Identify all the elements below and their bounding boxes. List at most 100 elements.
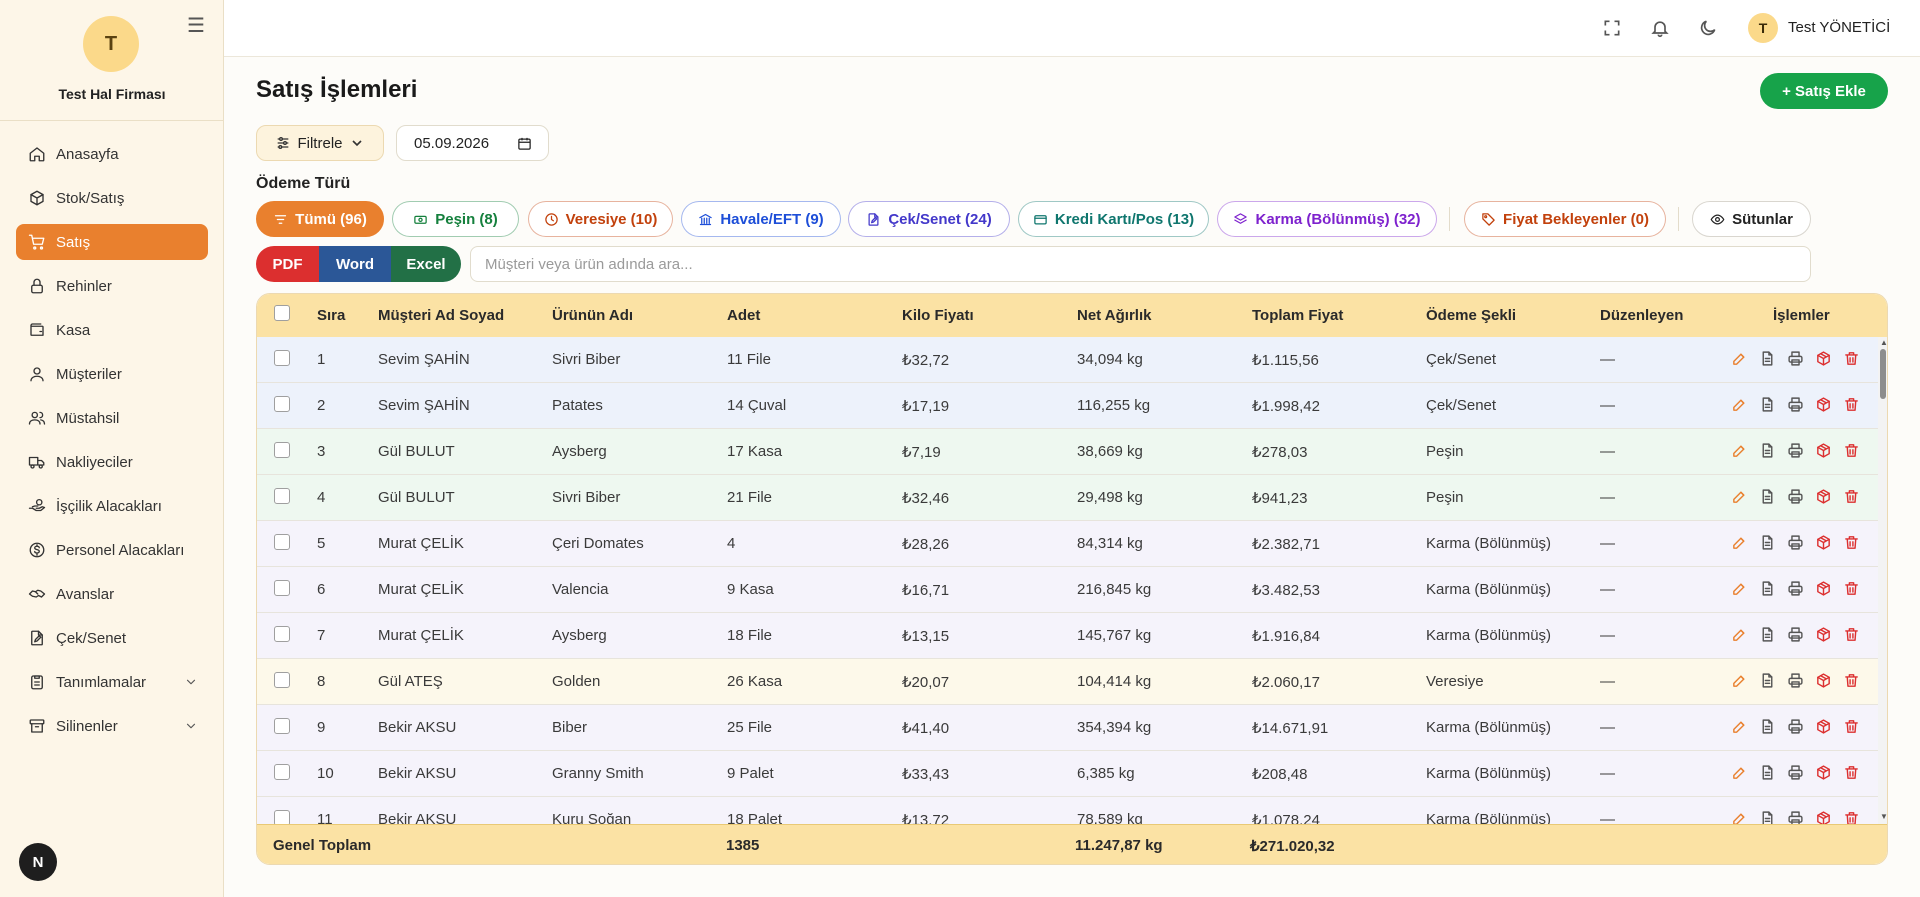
- moon-icon[interactable]: [1698, 18, 1718, 38]
- sidebar-item-rehinler[interactable]: Rehinler: [16, 268, 208, 304]
- document-icon[interactable]: [1759, 672, 1776, 689]
- trash-icon[interactable]: [1843, 718, 1860, 735]
- edit-icon[interactable]: [1731, 350, 1748, 367]
- trash-icon[interactable]: [1843, 442, 1860, 459]
- table-row[interactable]: 5 Murat ÇELİK Çeri Domates 4 ₺28,26 84,314 kg…: [257, 521, 1878, 567]
- package-icon[interactable]: [1815, 534, 1832, 551]
- filter-button[interactable]: Filtrele: [256, 125, 384, 161]
- row-checkbox[interactable]: [274, 672, 290, 688]
- printer-icon[interactable]: [1787, 626, 1804, 643]
- select-all-checkbox[interactable]: [274, 305, 290, 321]
- trash-icon[interactable]: [1843, 350, 1860, 367]
- table-scrollbar[interactable]: ▲ ▼: [1878, 337, 1887, 824]
- package-icon[interactable]: [1815, 350, 1832, 367]
- table-row[interactable]: 8 Gül ATEŞ Golden 26 Kasa ₺20,07 104,414 kg ₺2…: [257, 659, 1878, 705]
- package-icon[interactable]: [1815, 580, 1832, 597]
- hamburger-menu-icon[interactable]: ☰: [186, 16, 206, 36]
- document-icon[interactable]: [1759, 442, 1776, 459]
- scroll-thumb[interactable]: [1880, 349, 1886, 399]
- package-icon[interactable]: [1815, 488, 1832, 505]
- table-row[interactable]: 2 Sevim ŞAHİN Patates 14 Çuval ₺17,19 116,255…: [257, 383, 1878, 429]
- sidebar-item-satış[interactable]: Satış: [16, 224, 208, 260]
- row-checkbox[interactable]: [274, 534, 290, 550]
- table-row[interactable]: 3 Gül BULUT Aysberg 17 Kasa ₺7,19 38,669 kg ₺2…: [257, 429, 1878, 475]
- payment-chip-5[interactable]: Kredi Kartı/Pos (13): [1018, 201, 1209, 237]
- payment-chip-2[interactable]: Veresiye (10): [528, 201, 673, 237]
- table-row[interactable]: 4 Gül BULUT Sivri Biber 21 File ₺32,46 29,498…: [257, 475, 1878, 521]
- edit-icon[interactable]: [1731, 488, 1748, 505]
- calendar-icon[interactable]: [517, 136, 532, 151]
- edit-icon[interactable]: [1731, 580, 1748, 597]
- printer-icon[interactable]: [1787, 350, 1804, 367]
- package-icon[interactable]: [1815, 672, 1832, 689]
- column-header[interactable]: Kilo Fiyatı: [902, 307, 974, 324]
- row-checkbox[interactable]: [274, 488, 290, 504]
- date-input[interactable]: 05.09.2026: [396, 125, 549, 161]
- export-word-button[interactable]: Word: [319, 246, 391, 282]
- package-icon[interactable]: [1815, 442, 1832, 459]
- sidebar-item-personel-alacakları[interactable]: Personel Alacakları: [16, 532, 208, 568]
- column-header[interactable]: Müşteri Ad Soyad: [378, 307, 504, 324]
- table-row[interactable]: 7 Murat ÇELİK Aysberg 18 File ₺13,15 145,767 …: [257, 613, 1878, 659]
- edit-icon[interactable]: [1731, 764, 1748, 781]
- table-row[interactable]: 9 Bekir AKSU Biber 25 File ₺41,40 354,394 kg ₺…: [257, 705, 1878, 751]
- export-excel-button[interactable]: Excel: [391, 246, 461, 282]
- sidebar-item-çek-senet[interactable]: Çek/Senet: [16, 620, 208, 656]
- sidebar-item-silinenler[interactable]: Silinenler: [16, 708, 208, 744]
- printer-icon[interactable]: [1787, 580, 1804, 597]
- document-icon[interactable]: [1759, 396, 1776, 413]
- payment-chip-1[interactable]: Peşin (8): [392, 201, 519, 237]
- trash-icon[interactable]: [1843, 672, 1860, 689]
- document-icon[interactable]: [1759, 580, 1776, 597]
- printer-icon[interactable]: [1787, 488, 1804, 505]
- document-icon[interactable]: [1759, 718, 1776, 735]
- sidebar-item-müstahsil[interactable]: Müstahsil: [16, 400, 208, 436]
- column-header[interactable]: Net Ağırlık: [1077, 307, 1151, 324]
- printer-icon[interactable]: [1787, 534, 1804, 551]
- package-icon[interactable]: [1815, 626, 1832, 643]
- row-checkbox[interactable]: [274, 442, 290, 458]
- payment-chip-7[interactable]: Fiyat Bekleyenler (0): [1464, 201, 1666, 237]
- payment-chip-4[interactable]: Çek/Senet (24): [848, 201, 1010, 237]
- table-row[interactable]: 10 Bekir AKSU Granny Smith 9 Palet ₺33,43 6,3…: [257, 751, 1878, 797]
- row-checkbox[interactable]: [274, 350, 290, 366]
- document-icon[interactable]: [1759, 350, 1776, 367]
- sidebar-item-tanımlamalar[interactable]: Tanımlamalar: [16, 664, 208, 700]
- trash-icon[interactable]: [1843, 396, 1860, 413]
- package-icon[interactable]: [1815, 764, 1832, 781]
- user-name[interactable]: Test YÖNETİCİ: [1788, 19, 1890, 36]
- add-sale-button[interactable]: + Satış Ekle: [1760, 73, 1888, 109]
- printer-icon[interactable]: [1787, 396, 1804, 413]
- columns-button[interactable]: Sütunlar: [1692, 201, 1811, 237]
- row-checkbox[interactable]: [274, 396, 290, 412]
- column-header[interactable]: İşlemler: [1773, 307, 1830, 324]
- table-row[interactable]: 6 Murat ÇELİK Valencia 9 Kasa ₺16,71 216,845 …: [257, 567, 1878, 613]
- edit-icon[interactable]: [1731, 672, 1748, 689]
- trash-icon[interactable]: [1843, 626, 1860, 643]
- user-avatar[interactable]: T: [1748, 13, 1778, 43]
- document-icon[interactable]: [1759, 626, 1776, 643]
- printer-icon[interactable]: [1787, 442, 1804, 459]
- trash-icon[interactable]: [1843, 534, 1860, 551]
- scroll-down-arrow[interactable]: ▼: [1880, 812, 1887, 821]
- printer-icon[interactable]: [1787, 672, 1804, 689]
- column-header[interactable]: Adet: [727, 307, 760, 324]
- column-header[interactable]: Sıra: [317, 307, 345, 324]
- trash-icon[interactable]: [1843, 488, 1860, 505]
- row-checkbox[interactable]: [274, 764, 290, 780]
- edit-icon[interactable]: [1731, 626, 1748, 643]
- edit-icon[interactable]: [1731, 442, 1748, 459]
- sidebar-item-kasa[interactable]: Kasa: [16, 312, 208, 348]
- payment-chip-0[interactable]: Tümü (96): [256, 201, 384, 237]
- package-icon[interactable]: [1815, 718, 1832, 735]
- edit-icon[interactable]: [1731, 718, 1748, 735]
- printer-icon[interactable]: [1787, 718, 1804, 735]
- table-row[interactable]: 1 Sevim ŞAHİN Sivri Biber 11 File ₺32,72 34,0…: [257, 337, 1878, 383]
- fullscreen-icon[interactable]: [1602, 18, 1622, 38]
- row-checkbox[interactable]: [274, 580, 290, 596]
- column-header[interactable]: Ödeme Şekli: [1426, 307, 1516, 324]
- row-checkbox[interactable]: [274, 626, 290, 642]
- payment-chip-6[interactable]: Karma (Bölünmüş) (32): [1217, 201, 1437, 237]
- payment-chip-3[interactable]: Havale/EFT (9): [681, 201, 841, 237]
- document-icon[interactable]: [1759, 534, 1776, 551]
